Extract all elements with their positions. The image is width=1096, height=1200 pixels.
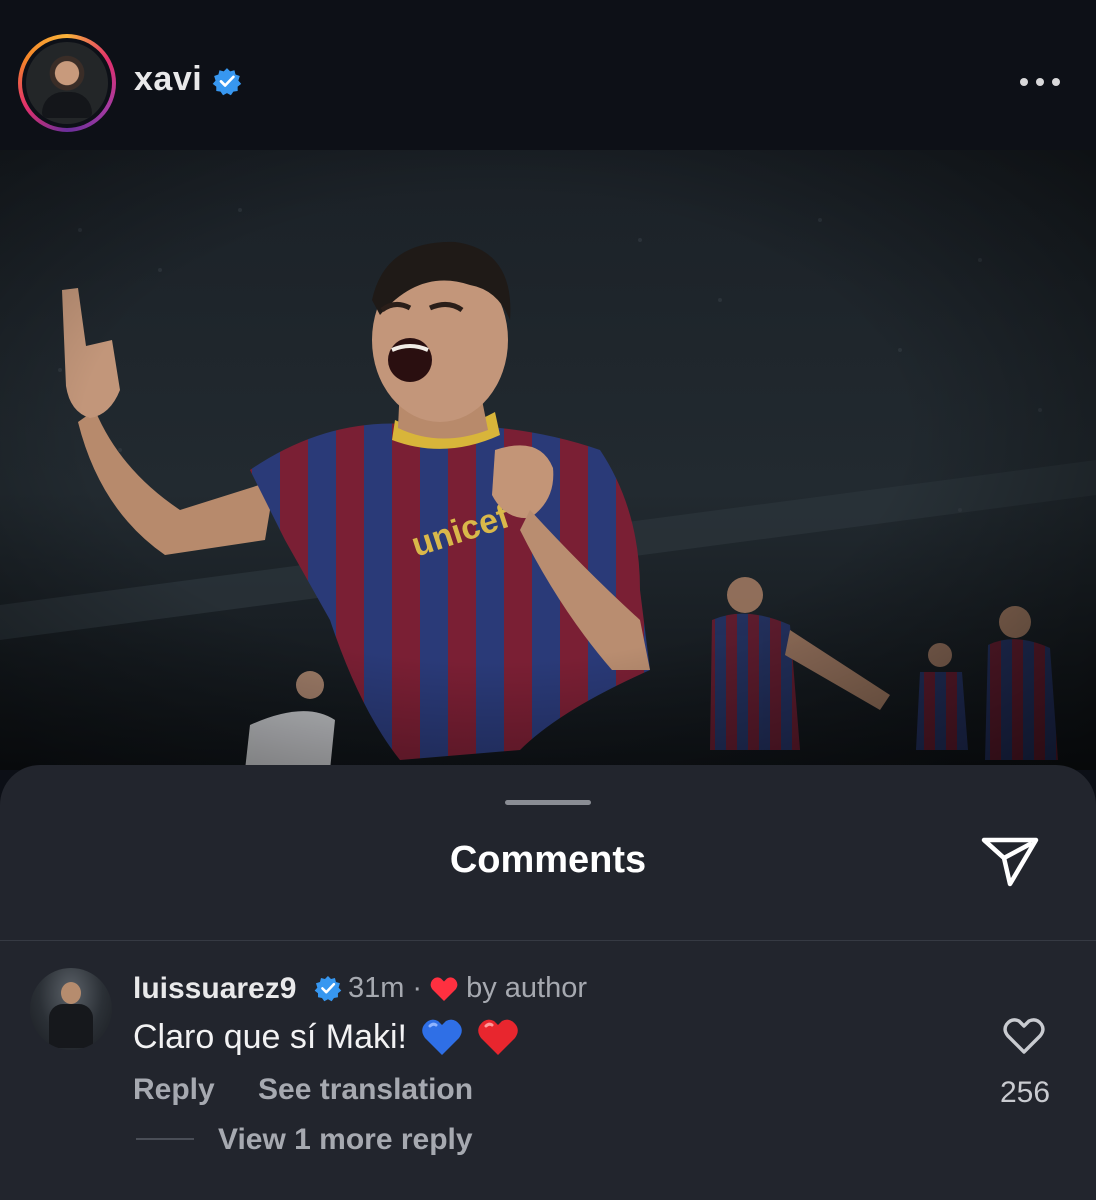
liked-by-author-label: by author [466, 972, 588, 1004]
view-more-replies-button[interactable]: View 1 more reply [218, 1123, 473, 1157]
liked-by-author-heart-icon [430, 976, 458, 1001]
heart-outline-icon[interactable] [1002, 1016, 1046, 1056]
commenter-avatar[interactable] [30, 968, 112, 1050]
post-photo-illustration: unicef [0, 150, 1096, 770]
sheet-grabber-handle[interactable] [505, 800, 591, 805]
like-count: 256 [999, 1076, 1051, 1109]
comment-text: Claro que sí Maki! [133, 1017, 519, 1057]
avatar[interactable] [26, 42, 108, 124]
meta-separator: · [412, 972, 423, 1004]
post-photo[interactable]: unicef [0, 150, 1096, 770]
replies-divider-line [136, 1138, 194, 1140]
post-username[interactable]: xavi [134, 60, 202, 99]
profile-avatar-story-ring[interactable] [18, 34, 116, 132]
red-heart-icon [478, 1019, 518, 1055]
comment-body: Claro que sí Maki! [133, 1017, 407, 1056]
paper-plane-icon[interactable] [980, 832, 1040, 888]
verified-badge-icon [212, 68, 242, 96]
reply-button[interactable]: Reply [133, 1073, 215, 1107]
post-header: xavi [0, 0, 1096, 150]
blue-heart-icon [422, 1019, 462, 1055]
ellipsis-icon[interactable] [1018, 74, 1062, 90]
comment-time: 31m [348, 972, 405, 1004]
sheet-divider [0, 940, 1096, 941]
see-translation-button[interactable]: See translation [258, 1073, 473, 1107]
comment-meta: 31m · by author [348, 972, 587, 1005]
verified-badge-icon [314, 975, 342, 1002]
comment-username[interactable]: luissuarez9 [133, 972, 296, 1006]
sheet-title: Comments [449, 839, 647, 881]
